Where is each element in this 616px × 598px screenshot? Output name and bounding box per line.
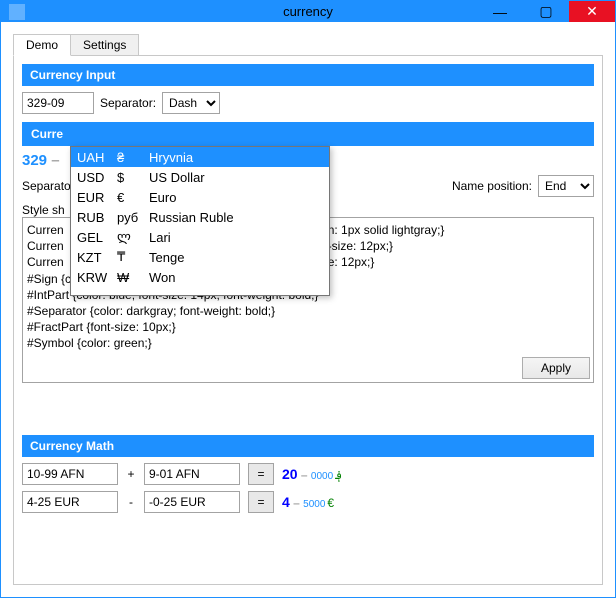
dropdown-currency-name: Tenge bbox=[149, 250, 184, 265]
dropdown-symbol: ლ bbox=[117, 229, 149, 245]
dropdown-item-kzt[interactable]: KZT₸Tenge bbox=[71, 247, 329, 267]
dropdown-code: GEL bbox=[77, 230, 117, 245]
dropdown-item-eur[interactable]: EUR€Euro bbox=[71, 187, 329, 207]
dropdown-currency-name: Hryvnia bbox=[149, 150, 193, 165]
output-separator-label: Separator bbox=[22, 179, 75, 193]
tab-demo[interactable]: Demo bbox=[13, 34, 71, 56]
dropdown-item-usd[interactable]: USD$US Dollar bbox=[71, 167, 329, 187]
maximize-button[interactable]: ▢ bbox=[523, 1, 569, 22]
dropdown-currency-name: Euro bbox=[149, 190, 176, 205]
dropdown-currency-name: Lari bbox=[149, 230, 171, 245]
window-controls: — ▢ ✕ bbox=[477, 1, 615, 22]
tab-panel-demo: Currency Input Separator: Dash Curre 329… bbox=[13, 55, 603, 585]
equals-button[interactable]: = bbox=[248, 491, 274, 513]
dropdown-currency-name: US Dollar bbox=[149, 170, 205, 185]
dropdown-symbol: ₸ bbox=[117, 249, 149, 265]
math-b-input[interactable] bbox=[144, 491, 240, 513]
currency-math-header: Currency Math bbox=[22, 435, 594, 457]
separator-label: Separator: bbox=[100, 96, 156, 110]
math-row-0: + = 20 – 0000؋ bbox=[22, 463, 594, 485]
close-button[interactable]: ✕ bbox=[569, 1, 615, 22]
dropdown-symbol: ₩ bbox=[117, 270, 149, 285]
separator-select[interactable]: Dash bbox=[162, 92, 220, 114]
style-sheet-label: Style sh bbox=[22, 203, 65, 217]
dropdown-item-rub[interactable]: RUBрубRussian Ruble bbox=[71, 207, 329, 227]
currency-output-header: Curre bbox=[22, 122, 594, 146]
app-window: currency — ▢ ✕ Demo Settings Currency In… bbox=[0, 0, 616, 598]
titlebar[interactable]: currency — ▢ ✕ bbox=[1, 1, 615, 22]
name-position-label: Name position: bbox=[452, 179, 532, 193]
client-area: Demo Settings Currency Input Separator: … bbox=[1, 22, 615, 597]
dropdown-item-krw[interactable]: KRW₩Won bbox=[71, 267, 329, 287]
dropdown-symbol: $ bbox=[117, 170, 149, 185]
name-position-select[interactable]: End bbox=[538, 175, 594, 197]
dropdown-symbol: € bbox=[117, 190, 149, 205]
dropdown-currency-name: Won bbox=[149, 270, 176, 285]
app-icon bbox=[9, 4, 25, 20]
tab-strip: Demo Settings bbox=[13, 34, 603, 56]
currency-input-row: Separator: Dash bbox=[22, 92, 594, 114]
minimize-button[interactable]: — bbox=[477, 1, 523, 22]
math-result: 4 – 5000€ bbox=[282, 494, 334, 510]
math-op: - bbox=[126, 495, 136, 509]
math-a-input[interactable] bbox=[22, 491, 118, 513]
math-result: 20 – 0000؋ bbox=[282, 466, 342, 482]
currency-value-input[interactable] bbox=[22, 92, 94, 114]
currency-dropdown[interactable]: UAH₴HryvniaUSD$US DollarEUR€EuroRUBрубRu… bbox=[70, 146, 330, 296]
math-row-1: - = 4 – 5000€ bbox=[22, 491, 594, 513]
math-b-input[interactable] bbox=[144, 463, 240, 485]
currency-input-header: Currency Input bbox=[22, 64, 594, 86]
apply-button[interactable]: Apply bbox=[522, 357, 590, 379]
math-a-input[interactable] bbox=[22, 463, 118, 485]
dropdown-currency-name: Russian Ruble bbox=[149, 210, 234, 225]
dropdown-symbol: ₴ bbox=[117, 150, 149, 165]
dropdown-item-uah[interactable]: UAH₴Hryvnia bbox=[71, 147, 329, 167]
dropdown-code: RUB bbox=[77, 210, 117, 225]
dropdown-code: KRW bbox=[77, 270, 117, 285]
tab-settings[interactable]: Settings bbox=[71, 34, 139, 56]
dropdown-code: UAH bbox=[77, 150, 117, 165]
equals-button[interactable]: = bbox=[248, 463, 274, 485]
dropdown-item-gel[interactable]: GELლLari bbox=[71, 227, 329, 247]
dropdown-code: USD bbox=[77, 170, 117, 185]
math-op: + bbox=[126, 467, 136, 481]
dropdown-symbol: руб bbox=[117, 210, 149, 225]
dropdown-code: EUR bbox=[77, 190, 117, 205]
dropdown-code: KZT bbox=[77, 250, 117, 265]
